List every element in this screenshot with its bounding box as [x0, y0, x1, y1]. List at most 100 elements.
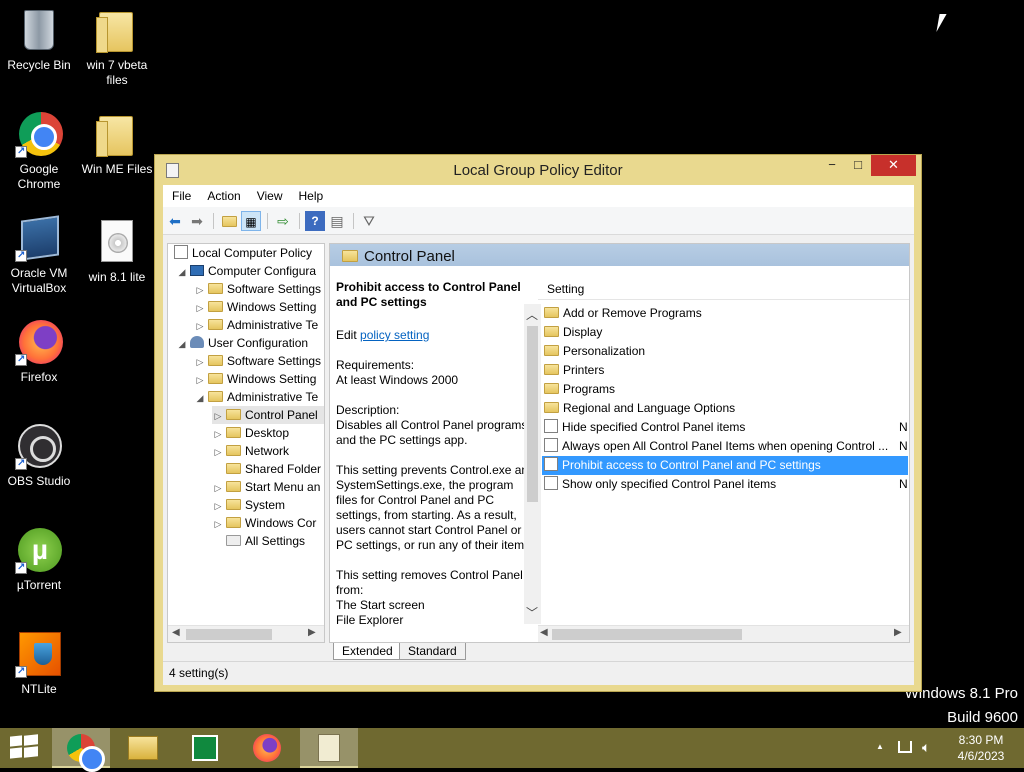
- folder-icon: [208, 301, 223, 312]
- list-item[interactable]: Programs: [542, 380, 908, 399]
- up-folder-icon[interactable]: [219, 211, 239, 231]
- show-hidden-icons-button[interactable]: ▲: [876, 742, 884, 751]
- expand-arrow-icon[interactable]: ▷: [194, 281, 206, 299]
- show-hide-tree-icon[interactable]: ▦: [241, 211, 261, 231]
- forward-arrow-icon[interactable]: ➡: [187, 211, 207, 231]
- tree-item-local-computer-policy[interactable]: Local Computer Policy: [172, 244, 312, 262]
- menu-action[interactable]: Action: [198, 185, 247, 203]
- desktop-icon-utorrent[interactable]: µ µTorrent: [0, 526, 78, 593]
- menu-help[interactable]: Help: [290, 185, 331, 203]
- desktop-icon-win81-lite[interactable]: win 8.1 lite: [78, 218, 156, 285]
- desktop-icon-obs[interactable]: OBS Studio: [0, 422, 78, 489]
- list-item-selected[interactable]: Prohibit access to Control Panel and PC …: [542, 456, 908, 475]
- scrollbar-thumb[interactable]: [552, 629, 742, 640]
- list-item[interactable]: Add or Remove Programs: [542, 304, 908, 323]
- export-list-icon[interactable]: ⇨: [273, 211, 293, 231]
- start-icon[interactable]: [10, 734, 38, 760]
- tree-item-administrative-templates[interactable]: ◢ Administrative Te: [194, 388, 319, 407]
- scroll-left-arrow-icon[interactable]: ◀: [172, 627, 180, 638]
- taskbar-firefox[interactable]: [238, 728, 296, 768]
- tree-item-start-menu[interactable]: ▷ Start Menu an: [212, 478, 321, 497]
- expand-arrow-icon[interactable]: ▷: [212, 497, 224, 515]
- scroll-down-arrow-icon[interactable]: ﹀: [526, 604, 538, 621]
- list-item[interactable]: Printers: [542, 361, 908, 380]
- column-header-setting[interactable]: Setting: [538, 278, 909, 300]
- list-item[interactable]: Hide specified Control Panel items N: [542, 418, 908, 437]
- maximize-button[interactable]: □: [845, 155, 871, 176]
- close-button[interactable]: ✕: [871, 155, 916, 176]
- tree-item-label: User Configuration: [208, 336, 309, 350]
- tree-horizontal-scrollbar[interactable]: ◀ ▶: [168, 625, 324, 642]
- list-item[interactable]: Regional and Language Options: [542, 399, 908, 418]
- desktop-icon-ntlite[interactable]: NTLite: [0, 630, 78, 697]
- expand-arrow-icon[interactable]: ▷: [194, 353, 206, 371]
- list-item[interactable]: Show only specified Control Panel items N: [542, 475, 908, 494]
- tree-item-user-configuration[interactable]: ◢ User Configuration: [176, 334, 308, 352]
- network-icon[interactable]: [898, 741, 912, 753]
- scroll-right-arrow-icon[interactable]: ▶: [308, 627, 316, 638]
- minimize-button[interactable]: −: [819, 155, 845, 176]
- taskbar-chrome[interactable]: [52, 728, 110, 772]
- desktop-icon-virtualbox[interactable]: Oracle VM VirtualBox: [0, 214, 78, 296]
- folder-icon: [208, 319, 223, 330]
- tree-item-network[interactable]: ▷ Network: [212, 442, 289, 460]
- tree-item-computer-configuration[interactable]: ◢ Computer Configura: [176, 262, 317, 281]
- tree-item-windows-components[interactable]: ▷ Windows Cor: [212, 514, 317, 533]
- scroll-up-arrow-icon[interactable]: ︿: [526, 306, 538, 323]
- expand-arrow-icon[interactable]: ▷: [212, 515, 224, 533]
- description-paragraph: This setting removes Control Panel from:…: [336, 568, 536, 628]
- collapse-arrow-icon[interactable]: ◢: [194, 389, 206, 407]
- scrollbar-thumb[interactable]: [527, 326, 538, 502]
- expand-arrow-icon[interactable]: ▷: [194, 317, 206, 335]
- title-bar[interactable]: Local Group Policy Editor − □ ✕: [155, 155, 921, 185]
- tree-item-control-panel[interactable]: ▷ Control Panel: [212, 406, 324, 425]
- expand-arrow-icon[interactable]: ▷: [212, 425, 224, 443]
- tree-item-software-settings[interactable]: ▷ Software Settings: [194, 352, 322, 371]
- folder-icon: [544, 326, 559, 337]
- expand-arrow-icon[interactable]: ▷: [212, 479, 224, 497]
- tree-item-all-settings[interactable]: All Settings: [212, 532, 305, 550]
- expand-arrow-icon[interactable]: ▷: [212, 407, 224, 425]
- tree-item-shared-folders[interactable]: Shared Folder: [212, 460, 321, 478]
- tab-standard[interactable]: Standard: [399, 643, 466, 660]
- scroll-left-arrow-icon[interactable]: ◀: [540, 627, 548, 638]
- desktop-icon-firefox[interactable]: Firefox: [0, 318, 78, 385]
- list-item[interactable]: Personalization: [542, 342, 908, 361]
- taskbar-file-explorer[interactable]: [114, 728, 172, 768]
- edit-policy-setting-link[interactable]: policy setting: [360, 328, 429, 342]
- tree-item-system[interactable]: ▷ System: [212, 496, 285, 514]
- taskbar-group-policy-editor[interactable]: [300, 728, 358, 768]
- expand-arrow-icon[interactable]: ▷: [212, 443, 224, 461]
- tree-item-administrative-templates[interactable]: ▷ Administrative Te: [194, 316, 319, 335]
- tree-item-windows-settings[interactable]: ▷ Windows Setting: [194, 298, 317, 317]
- filter-icon[interactable]: ⛛: [359, 211, 379, 231]
- folder-icon: [544, 383, 559, 394]
- expand-arrow-icon[interactable]: ▷: [194, 371, 206, 389]
- scroll-right-arrow-icon[interactable]: ▶: [894, 627, 902, 638]
- tree-item-label: All Settings: [245, 534, 306, 548]
- desktop-icon-label: win 8.1 lite: [88, 270, 146, 284]
- collapse-arrow-icon[interactable]: ◢: [176, 263, 188, 281]
- menu-file[interactable]: File: [163, 185, 198, 203]
- expand-arrow-icon[interactable]: ▷: [194, 299, 206, 317]
- tree-item-windows-settings[interactable]: ▷ Windows Setting: [194, 370, 317, 389]
- tree-item-software-settings[interactable]: ▷ Software Settings: [194, 280, 322, 299]
- desktop-icon-winme-files[interactable]: Win ME Files: [78, 110, 156, 177]
- desktop-icon-win7-files[interactable]: win 7 vbeta files: [78, 6, 156, 88]
- scrollbar-thumb[interactable]: [186, 629, 272, 640]
- collapse-arrow-icon[interactable]: ◢: [176, 335, 188, 353]
- tab-extended[interactable]: Extended: [333, 643, 402, 660]
- volume-icon[interactable]: 🔈︎: [922, 739, 930, 756]
- back-arrow-icon[interactable]: ⬅: [165, 211, 185, 231]
- help-icon[interactable]: ?: [305, 211, 325, 231]
- properties-icon[interactable]: ▤: [327, 211, 347, 231]
- desktop-icon-recycle-bin[interactable]: Recycle Bin: [0, 6, 78, 73]
- desktop-icon-chrome[interactable]: Google Chrome: [0, 110, 78, 192]
- taskbar-store[interactable]: [176, 728, 234, 768]
- list-item[interactable]: Display: [542, 323, 908, 342]
- tree-item-desktop[interactable]: ▷ Desktop: [212, 424, 290, 443]
- list-horizontal-scrollbar[interactable]: ◀ ▶: [538, 625, 909, 642]
- clock[interactable]: 8:30 PM 4/6/2023: [946, 732, 1016, 764]
- list-item[interactable]: Always open All Control Panel Items when…: [542, 437, 908, 456]
- menu-view[interactable]: View: [248, 185, 290, 203]
